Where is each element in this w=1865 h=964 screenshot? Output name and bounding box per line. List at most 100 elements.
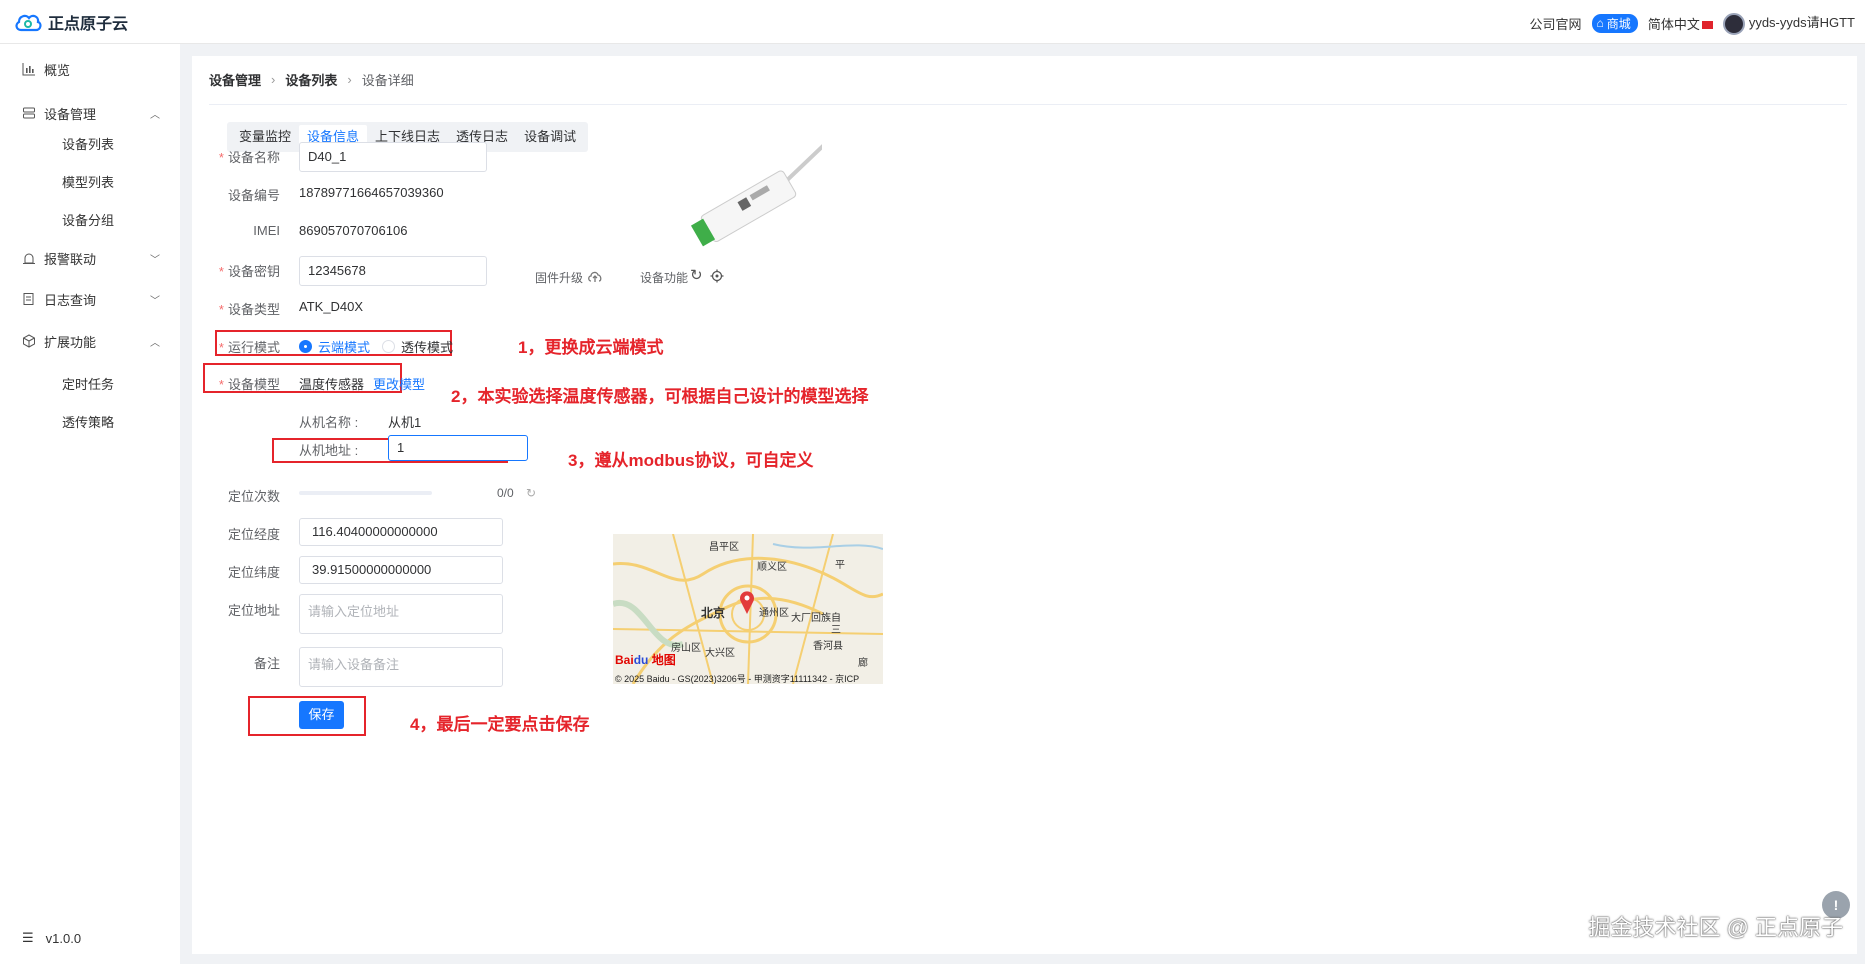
longitude-label: 定位经度 [227,527,280,542]
sidebar-item-model-list[interactable]: 模型列表 [62,172,114,191]
location-map[interactable]: 昌平区 顺义区平北京 通州区 大厂回族自三房山区 大兴区 香河县廊 Baidu 地图 © … [613,534,883,684]
sidebar-item-scheduled-task[interactable]: 定时任务 [62,374,114,393]
annotation-3: 3，遵从modbus协议，可自定义 [568,451,814,470]
breadcrumb-separator-icon: › [271,72,276,87]
longitude-input[interactable]: 116.40400000000000 [299,518,503,546]
device-id-value: 1878977166465703936​0 [299,185,444,200]
slave-address-input[interactable]: 1 [388,435,528,461]
imei-label: IMEI [253,223,280,238]
sidebar-item-device-list[interactable]: 设备列表 [62,134,114,153]
language-label: 简体中文 [1647,16,1700,32]
chevron-up-icon: ︿ [150,109,160,121]
radio-label: 透传模式 [401,340,454,355]
slave-address-label: 从机地址 : [299,443,359,458]
radio-passthrough-mode[interactable]: 透传模式 [382,337,453,356]
sidebar-item-passthrough-policy[interactable]: 透传策略 [62,412,114,431]
slave-name-value: 从机1 [388,415,422,430]
remark-textarea[interactable]: 请输入设备备注 [299,647,503,687]
bar-chart-icon [22,63,35,76]
sidebar-item-label: 扩展功能 [44,334,97,350]
sidebar-item-alarm[interactable]: 报警联动 ﹀ [0,244,180,272]
device-secret-label: * 设备密钥 [218,264,280,279]
username: yyds-yyds请HGTT [1748,15,1855,30]
radio-checked-icon [299,340,312,353]
address-textarea[interactable]: 请输入定位地址 [299,594,503,634]
collapse-menu-icon[interactable]: ☰ [22,930,34,946]
sidebar-item-overview[interactable]: 概览 [0,55,180,83]
official-site-link[interactable]: 公司官网 [1530,14,1582,33]
tab-variable-monitor[interactable]: 变量监控 [231,125,299,149]
breadcrumb-device-detail: 设备详细 [361,73,414,88]
baidu-logo: Baidu 地图 [615,653,676,667]
cloud-upload-icon[interactable] [587,269,603,283]
radio-unchecked-icon [382,340,395,353]
sidebar-item-extensions[interactable]: 扩展功能 ︿ [0,327,180,355]
version-label: v1.0.0 [45,930,82,946]
device-function-label: 设备功能 [640,271,689,285]
address-label: 定位地址 [227,603,280,618]
map-label: 大兴区 [705,648,735,659]
slave-name-label: 从机名称 : [299,415,359,430]
device-name-label: * 设备名称 [218,150,280,165]
save-button[interactable]: 保存 [299,701,344,729]
locate-count-label: 定位次数 [227,489,280,504]
change-model-link[interactable]: 更改模型 [373,374,425,393]
brand-logo[interactable]: 正点原子云 [14,10,128,34]
run-mode-label: * 运行模式 [218,340,280,355]
map-label: 香河县 [813,641,843,652]
sidebar-item-device-management[interactable]: 设备管理 ︿ [0,99,180,127]
device-secret-input[interactable]: 12345678 [299,256,487,286]
map-label: 昌平区 [709,542,739,553]
cloud-logo-icon [15,14,42,32]
firmware-upgrade-label[interactable]: 固件升级 [535,269,583,286]
watermark: 掘金技术社区 @ 正点原子 [1588,915,1843,940]
map-label: 顺义区 [757,562,787,573]
annotation-2: 2，本实验选择温度传感器，可根据自己设计的模型选择 [451,387,869,406]
log-icon [23,293,34,305]
version-info: ☰ v1.0.0 [22,930,81,946]
header-actions: 公司官网 ⌂ 商城 简体中文 yyds-yyds请HGTT [1530,12,1855,35]
restart-icon[interactable]: ↻ [690,266,703,284]
sidebar-item-label: 设备管理 [44,106,97,122]
sidebar-item-label: 日志查询 [44,292,97,308]
main-content: 设备管理 › 设备列表 › 设备详细 变量监控 设备信息 上下线日志 透传日志 … [192,56,1857,954]
breadcrumb-device-management[interactable]: 设备管理 [209,70,261,89]
refresh-icon[interactable]: ↻ [526,486,536,500]
sidebar: 概览 设备管理 ︿ 设备列表 模型列表 设备分组 报警联动 ﹀ 日志查询 ﹀ 扩… [0,44,180,964]
avatar [1722,12,1745,35]
latitude-label: 定位纬度 [227,565,280,580]
sidebar-item-device-group[interactable]: 设备分组 [62,210,114,229]
map-label: 北京 [701,606,726,620]
annotation-4: 4，最后一定要点击保存 [410,715,590,734]
radio-label: 云端模式 [318,340,371,355]
breadcrumb-device-list[interactable]: 设备列表 [285,70,337,89]
top-header: 正点原子云 公司官网 ⌂ 商城 简体中文 yyds-yyds请HGTT [0,0,1865,44]
chevron-down-icon: ﹀ [150,254,160,266]
locate-count-value: 0/0 [497,486,514,500]
map-label: 平 [835,560,845,571]
alarm-icon [23,253,35,264]
divider [209,104,1847,105]
tab-device-debug[interactable]: 设备调试 [516,125,584,149]
remark-label: 备注 [253,656,280,671]
shop-button[interactable]: ⌂ 商城 [1591,13,1638,33]
locate-count-progress [299,491,432,495]
sidebar-item-log-query[interactable]: 日志查询 ﹀ [0,285,180,313]
user-menu[interactable]: yyds-yyds请HGTT [1722,12,1855,35]
sidebar-item-label: 概览 [44,62,71,78]
cube-icon [23,334,35,348]
china-flag-icon [1701,21,1713,30]
breadcrumb: 设备管理 › 设备列表 › 设备详细 [209,70,414,89]
shop-bag-icon: ⌂ [1596,16,1604,31]
device-name-input[interactable]: D40_1 [299,142,487,172]
device-type-label: * 设备类型 [218,302,280,317]
map-label: 通州区 [759,608,789,619]
latitude-input[interactable]: 39.91500000000000 [299,556,503,584]
imei-value: 869057070706106 [299,223,408,238]
map-copyright: © 2025 Baidu - GS(2023)3206号 - 甲测资字11111… [615,674,860,684]
radio-cloud-mode[interactable]: 云端模式 [299,337,370,356]
device-id-label: 设备编号 [227,188,280,203]
language-selector[interactable]: 简体中文 [1648,14,1713,33]
locate-target-icon[interactable] [710,269,724,283]
chevron-up-icon: ︿ [150,337,160,349]
